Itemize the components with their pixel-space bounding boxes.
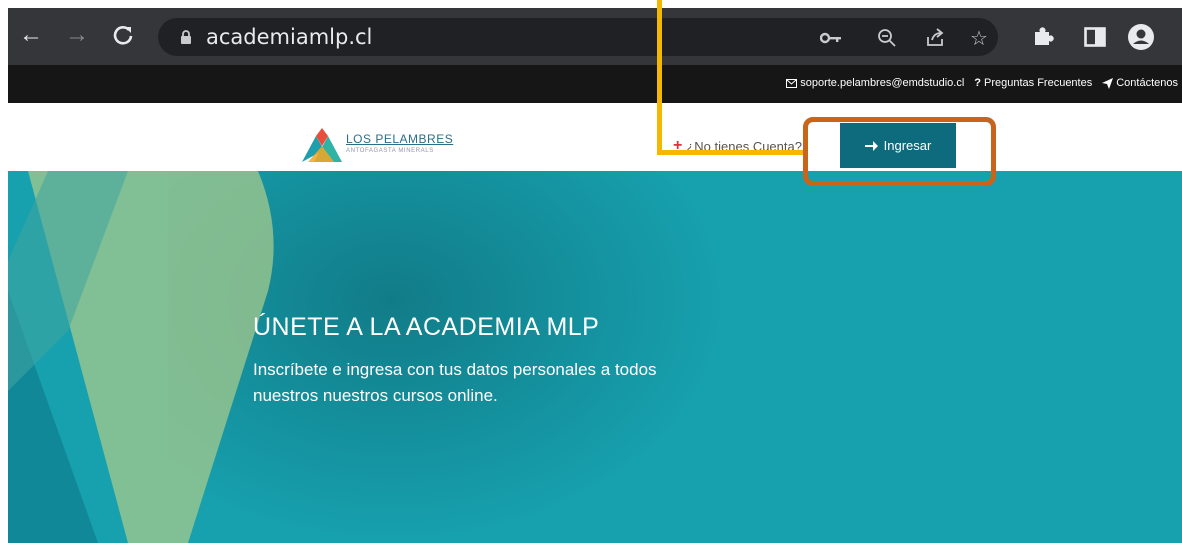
mountain-logo-icon (302, 128, 342, 162)
utility-bar: soporte.pelambres@emdstudio.cl ? Pregunt… (8, 65, 1182, 103)
annotation-highlight-box (803, 117, 996, 186)
faq-link[interactable]: ? Preguntas Frecuentes (974, 77, 1092, 89)
logo-name: LOS PELAMBRES (346, 132, 454, 146)
browser-toolbar: ← → academiamlp.cl ☆ (8, 8, 1182, 65)
lock-icon (180, 30, 192, 49)
site-logo[interactable]: LOS PELAMBRES ANTOFAGASTA MINERALS (300, 126, 460, 166)
address-bar[interactable]: academiamlp.cl ☆ (158, 18, 998, 56)
forward-arrow-icon[interactable]: → (62, 20, 92, 50)
reload-icon[interactable] (108, 20, 138, 50)
key-icon[interactable] (820, 27, 842, 49)
envelope-icon (786, 78, 798, 88)
sidepanel-icon[interactable] (1080, 22, 1110, 52)
back-arrow-icon[interactable]: ← (16, 20, 46, 50)
star-icon[interactable]: ☆ (968, 27, 990, 50)
profile-icon[interactable] (1126, 22, 1156, 52)
decorative-shapes (8, 171, 274, 543)
url-text[interactable]: academiamlp.cl (206, 25, 372, 49)
hero-banner: ÚNETE A LA ACADEMIA MLP Inscríbete e ing… (8, 171, 1182, 543)
faq-text: Preguntas Frecuentes (984, 77, 1093, 89)
annotation-line-horizontal (657, 150, 807, 155)
site-header: LOS PELAMBRES ANTOFAGASTA MINERALS + ¿No… (8, 103, 1182, 171)
annotation-line-vertical (657, 0, 662, 154)
zoom-icon[interactable] (876, 27, 898, 49)
contact-text: Contáctenos (1116, 77, 1178, 89)
support-email-text: soporte.pelambres@emdstudio.cl (800, 77, 965, 89)
extensions-icon[interactable] (1028, 22, 1058, 52)
logo-subtitle: ANTOFAGASTA MINERALS (346, 148, 434, 154)
hero-title: ÚNETE A LA ACADEMIA MLP (253, 313, 600, 341)
support-email-link[interactable]: soporte.pelambres@emdstudio.cl (786, 77, 964, 89)
question-icon: ? (974, 77, 981, 89)
paper-plane-icon (1102, 77, 1114, 89)
contact-link[interactable]: Contáctenos (1102, 77, 1178, 89)
share-icon[interactable] (924, 27, 946, 49)
hero-description: Inscríbete e ingresa con tus datos perso… (253, 360, 657, 405)
